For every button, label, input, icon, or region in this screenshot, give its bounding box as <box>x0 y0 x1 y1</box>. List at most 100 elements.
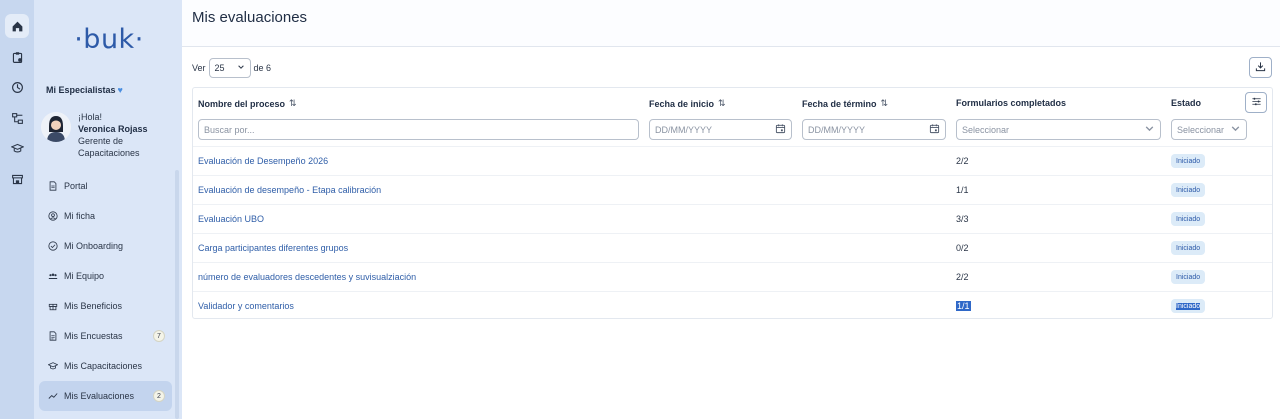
status-select[interactable]: Seleccionar <box>1171 119 1247 140</box>
sidebar-item-label: Mis Beneficios <box>64 301 123 311</box>
column-header-forms: Formularios completados <box>956 98 1066 108</box>
user-info: ¡Hola! Veronica Rojass Gerente de Capaci… <box>78 111 152 159</box>
heart-icon: ♥ <box>117 85 123 95</box>
sort-icon[interactable]: ⇅ <box>289 98 297 109</box>
total-pages-label: de 6 <box>253 63 272 73</box>
chevron-down-icon <box>1230 123 1241 136</box>
process-name-link[interactable]: Evaluación de Desempeño 2026 <box>198 156 328 166</box>
status-badge: Iniciado <box>1171 241 1206 255</box>
store-icon[interactable] <box>5 167 29 191</box>
date-placeholder: DD/MM/YYYY <box>808 124 866 135</box>
column-header-label: Fecha de término <box>802 98 877 109</box>
team-icon <box>47 270 59 282</box>
end-date-input[interactable]: DD/MM/YYYY <box>802 119 946 140</box>
evaluations-table: Nombre del proceso ⇅ Fecha de inicio ⇅ F… <box>192 87 1273 319</box>
chevron-down-icon <box>1144 123 1155 136</box>
selected-text: Iniciado <box>1176 302 1201 310</box>
logo-text: ·buk· <box>74 23 144 55</box>
forms-completed: 3/3 <box>956 214 969 224</box>
graduation-cap-icon[interactable] <box>5 136 29 160</box>
user-role: Gerente de Capacitaciones <box>78 136 140 158</box>
sliders-icon <box>1251 94 1262 112</box>
sidebar-item-label: Mi ficha <box>64 211 96 221</box>
pagination-toolbar: Ver 25 de 6 <box>192 57 271 79</box>
date-placeholder: DD/MM/YYYY <box>655 124 713 135</box>
status-badge: Iniciado <box>1171 154 1206 168</box>
sidebar-item-label: Mi Equipo <box>64 271 105 281</box>
sidebar-item-mis-capacitaciones[interactable]: Mis Capacitaciones <box>39 351 172 381</box>
sidebar-scrollbar[interactable] <box>175 170 179 419</box>
clipboard-icon[interactable] <box>5 45 29 69</box>
process-name-link[interactable]: Evaluación UBO <box>198 214 264 224</box>
column-header-label: Fecha de inicio <box>649 98 715 109</box>
column-header-end-date[interactable]: Fecha de término ⇅ <box>802 98 888 109</box>
sort-icon[interactable]: ⇅ <box>881 98 889 109</box>
calendar-icon[interactable] <box>775 123 786 136</box>
process-name-link[interactable]: número de evaluadores descedentes y suvi… <box>198 272 416 282</box>
status-badge: Iniciado <box>1171 183 1206 197</box>
process-name-link[interactable]: Evaluación de desempeño - Etapa calibrac… <box>198 185 381 195</box>
sidebar-item-mis-evaluaciones[interactable]: Mis Evaluaciones 2 <box>39 381 172 411</box>
user-circle-icon <box>47 210 59 222</box>
sidebar-item-mi-onboarding[interactable]: Mi Onboarding <box>39 231 172 261</box>
sidebar-item-label: Mi Onboarding <box>64 241 124 251</box>
sidebar-item-mis-beneficios[interactable]: Mis Beneficios <box>39 291 172 321</box>
process-name-link[interactable]: Validador y comentarios <box>198 301 294 311</box>
forms-completed: 1/1 <box>956 301 971 311</box>
trend-icon <box>47 390 59 402</box>
column-header-process[interactable]: Nombre del proceso ⇅ <box>198 98 297 109</box>
column-settings-button[interactable] <box>1245 92 1267 113</box>
download-button[interactable] <box>1249 57 1272 78</box>
avatar[interactable] <box>41 112 71 142</box>
forms-select[interactable]: Seleccionar <box>956 119 1161 140</box>
calendar-icon[interactable] <box>929 123 940 136</box>
organization-name: Mi Especialistas ♥ <box>46 85 123 95</box>
ver-label: Ver <box>192 63 206 73</box>
sidebar-item-label: Mis Evaluaciones <box>64 391 135 401</box>
gift-icon <box>47 300 59 312</box>
sidebar-item-portal[interactable]: Portal <box>39 171 172 201</box>
status-badge: Iniciado <box>1171 270 1206 284</box>
search-input[interactable]: Buscar por... <box>198 119 639 140</box>
main-content: Mis evaluaciones Ver 25 de 6 Nombre del … <box>182 0 1280 419</box>
org-chart-icon[interactable] <box>5 106 29 130</box>
sidebar-item-mis-encuestas[interactable]: Mis Encuestas 7 <box>39 321 172 351</box>
clock-icon[interactable] <box>5 75 29 99</box>
page-size-value: 25 <box>214 63 225 73</box>
process-name-link[interactable]: Carga participantes diferentes grupos <box>198 243 348 253</box>
user-name: Veronica Rojass <box>78 124 148 134</box>
sidebar-item-label: Mis Capacitaciones <box>64 361 143 371</box>
column-header-label: Nombre del proceso <box>198 98 286 109</box>
survey-icon <box>47 330 59 342</box>
sidebar-item-label: Mis Encuestas <box>64 331 123 341</box>
select-placeholder: Seleccionar <box>1177 124 1225 135</box>
forms-completed: 2/2 <box>956 272 969 282</box>
sidebar-item-mi-equipo[interactable]: Mi Equipo <box>39 261 172 291</box>
chevron-down-icon <box>237 63 245 73</box>
table-row[interactable]: Carga participantes diferentes grupos 0/… <box>193 233 1272 262</box>
table-row[interactable]: número de evaluadores descedentes y suvi… <box>193 262 1272 291</box>
table-row[interactable]: Evaluación UBO 3/3 Iniciado <box>193 204 1272 233</box>
table-row[interactable]: Validador y comentarios 1/1 Iniciado <box>193 291 1272 320</box>
graduation-cap-icon <box>47 360 59 372</box>
column-header-start-date[interactable]: Fecha de inicio ⇅ <box>649 98 726 109</box>
check-circle-icon <box>47 240 59 252</box>
table-row[interactable]: Evaluación de desempeño - Etapa calibrac… <box>193 175 1272 204</box>
status-badge: Iniciado <box>1171 299 1206 313</box>
page-title: Mis evaluaciones <box>192 9 308 26</box>
home-icon[interactable] <box>5 14 29 38</box>
column-header-status: Estado <box>1171 98 1201 108</box>
forms-completed: 2/2 <box>956 156 969 166</box>
forms-completed: 1/1 <box>956 185 969 195</box>
page-size-select[interactable]: 25 <box>208 58 251 78</box>
sort-icon[interactable]: ⇅ <box>718 98 726 109</box>
column-header-label: Estado <box>1171 98 1202 108</box>
page-header: Mis evaluaciones <box>182 0 1280 47</box>
sidebar-nav: Portal Mi ficha Mi Onboarding Mi Equipo … <box>39 171 172 411</box>
buk-logo[interactable]: ·buk· <box>74 23 144 55</box>
search-placeholder: Buscar por... <box>204 124 255 135</box>
sidebar: ·buk· Mi Especialistas ♥ ¡Hola! Veronica… <box>34 0 182 419</box>
start-date-input[interactable]: DD/MM/YYYY <box>649 119 792 140</box>
table-row[interactable]: Evaluación de Desempeño 2026 2/2 Iniciad… <box>193 146 1272 175</box>
sidebar-item-mi-ficha[interactable]: Mi ficha <box>39 201 172 231</box>
